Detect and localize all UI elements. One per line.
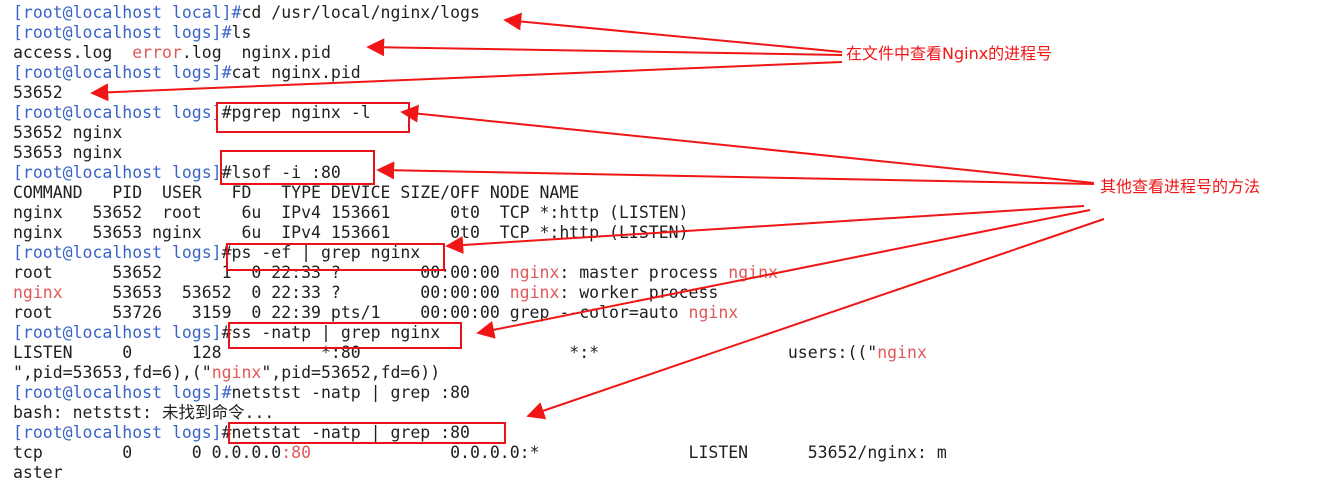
- terminal-line: [root@localhost local]#cd /usr/local/ngi…: [13, 3, 480, 23]
- terminal-line: LISTEN 0 128 *:80 *:* users:(("nginx: [13, 343, 927, 363]
- shell-prompt: [root@localhost logs]#: [13, 23, 232, 42]
- terminal-line: bash: netstst: 未找到命令...: [13, 403, 274, 423]
- highlight-box-lsof: [220, 150, 375, 185]
- terminal-text: 53652: [13, 83, 63, 102]
- terminal-line: 53653 nginx: [13, 143, 122, 163]
- highlighted-text: nginx: [509, 283, 560, 302]
- terminal-text: nginx 53653 nginx 6u IPv4 153661 0t0 TCP…: [13, 223, 689, 242]
- terminal-line: [root@localhost logs]#netstst -natp | gr…: [13, 383, 470, 403]
- terminal-line: COMMAND PID USER FD TYPE DEVICE SIZE/OFF…: [13, 183, 579, 203]
- shell-prompt: [root@localhost logs]#: [13, 383, 232, 402]
- shell-prompt: [root@localhost local]#: [13, 3, 242, 22]
- shell-prompt: [root@localhost logs]#: [13, 63, 232, 82]
- highlighted-text: nginx: [211, 363, 262, 382]
- terminal-text: nginx 53652 root 6u IPv4 153661 0t0 TCP …: [13, 203, 689, 222]
- terminal-line: tcp 0 0 0.0.0.0:80 0.0.0.0:* LISTEN 5365…: [13, 443, 947, 463]
- shell-prompt: [root@localhost logs]: [13, 323, 222, 342]
- annotation-note-file-pid: 在文件中查看Nginx的进程号: [846, 44, 1053, 63]
- terminal-text: ls: [231, 23, 252, 42]
- shell-prompt: [root@localhost logs]: [13, 243, 222, 262]
- terminal-line: [root@localhost logs]#ls: [13, 23, 251, 43]
- shell-prompt: [root@localhost logs]: [13, 163, 222, 182]
- terminal-text: aster: [13, 463, 63, 482]
- terminal-text: .log nginx.pid: [181, 43, 331, 62]
- terminal-text: ",pid=53653,fd=6),(": [13, 363, 212, 382]
- highlighted-text: nginx: [509, 263, 560, 282]
- terminal-text: 53653 nginx: [13, 143, 123, 162]
- terminal-line: access.log error.log nginx.pid: [13, 43, 331, 63]
- terminal-text: : master process: [559, 263, 729, 282]
- terminal-line: [root@localhost logs]#cat nginx.pid: [13, 63, 361, 83]
- terminal-text: netstst -natp | grep :80: [231, 383, 470, 402]
- terminal-line: nginx 53652 root 6u IPv4 153661 0t0 TCP …: [13, 203, 689, 223]
- highlighted-text: :80: [281, 443, 312, 462]
- terminal-text: 53653 53652 0 22:33 ? 00:00:00: [62, 283, 510, 302]
- terminal-text: COMMAND PID USER FD TYPE DEVICE SIZE/OFF…: [13, 183, 580, 202]
- terminal-text: root 53726 3159 0 22:39 pts/1 00:00:00 g…: [13, 303, 689, 322]
- terminal-line: ",pid=53653,fd=6),("nginx",pid=53652,fd=…: [13, 363, 440, 383]
- terminal-text: 53652 nginx: [13, 123, 123, 142]
- highlighted-text: nginx: [877, 343, 927, 362]
- terminal-line: nginx 53653 53652 0 22:33 ? 00:00:00 ngi…: [13, 283, 718, 303]
- terminal-line: aster: [13, 463, 63, 483]
- terminal-text: ",pid=53652,fd=6)): [261, 363, 441, 382]
- shell-prompt: [root@localhost logs]: [13, 423, 222, 442]
- highlighted-text: nginx: [728, 263, 778, 282]
- highlight-box-pgrep: [216, 102, 410, 133]
- highlighted-text: nginx: [13, 283, 63, 302]
- annotation-note-other-methods: 其他查看进程号的方法: [1100, 177, 1261, 196]
- terminal-text: : worker process: [559, 283, 719, 302]
- terminal-text: bash: netstst: 未找到命令...: [13, 403, 275, 422]
- highlighted-text: error: [132, 43, 182, 62]
- terminal-text: tcp 0 0 0.0.0.0: [13, 443, 282, 462]
- highlight-box-netstat: [228, 422, 506, 444]
- terminal-text: cat nginx.pid: [231, 63, 361, 82]
- highlight-box-ss: [228, 322, 462, 349]
- terminal-text: cd /usr/local/nginx/logs: [241, 3, 480, 22]
- terminal-line: root 53726 3159 0 22:39 pts/1 00:00:00 g…: [13, 303, 738, 323]
- terminal-text: 0.0.0.0:* LISTEN 53652/nginx: m: [311, 443, 947, 462]
- highlight-box-ps: [226, 243, 445, 271]
- terminal-output[interactable]: [root@localhost local]#cd /usr/local/ngi…: [0, 0, 1331, 485]
- shell-prompt: [root@localhost logs]: [13, 103, 222, 122]
- highlighted-text: nginx: [688, 303, 739, 322]
- terminal-line: 53652 nginx: [13, 123, 122, 143]
- terminal-line: 53652: [13, 83, 63, 103]
- terminal-text: access.log: [13, 43, 133, 62]
- terminal-line: nginx 53653 nginx 6u IPv4 153661 0t0 TCP…: [13, 223, 689, 243]
